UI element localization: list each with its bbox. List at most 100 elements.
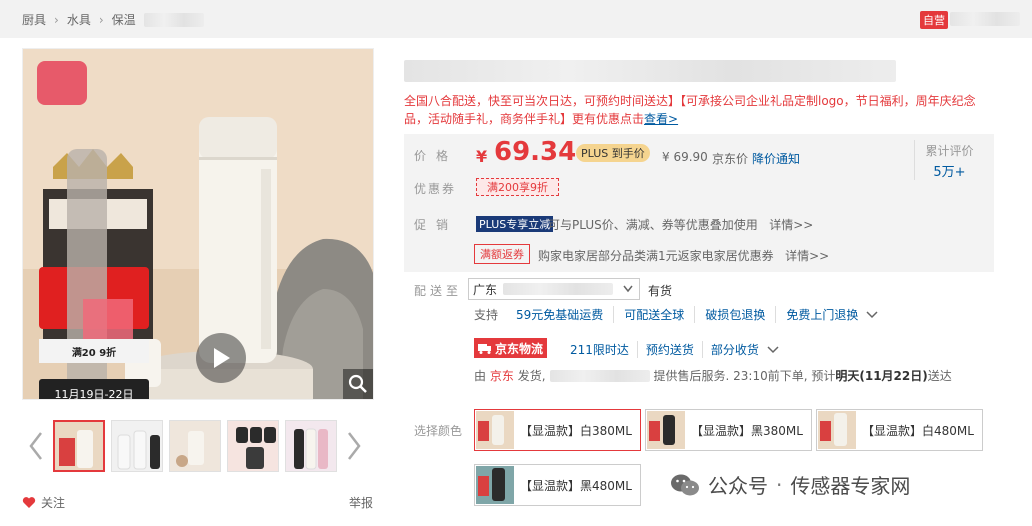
thumbnail-image <box>170 421 220 471</box>
thumbnail-next-button[interactable] <box>340 420 368 472</box>
price-value: 69.34 <box>494 137 577 167</box>
chevron-right-icon: › <box>98 12 104 27</box>
subtitle-text: 全国八合配送，快至可当次日达，可预约时间送达】【可承接公司企业礼品定制logo，… <box>404 94 976 126</box>
variant-black-480[interactable]: 【显温款】黑480ML <box>474 464 641 506</box>
thumbnail-strip <box>22 420 368 472</box>
reviews-summary[interactable]: 累计评价 5万+ <box>914 140 984 180</box>
plus-price-badge[interactable]: PLUS 到手价 <box>576 144 650 162</box>
watermark-name: 传感器专家网 <box>790 474 911 498</box>
variant-black-380[interactable]: 【显温款】黑380ML <box>645 409 812 451</box>
reviews-count[interactable]: 5万+ <box>915 161 984 180</box>
breadcrumb-item-insulated[interactable]: 保温 <box>112 11 136 28</box>
logistics-option-partial-label: 部分收货 <box>710 343 759 357</box>
jd-price-label: 京东价 <box>712 152 749 166</box>
jd-logistics-label: 京东物流 <box>495 341 544 356</box>
variant-thumbnail <box>647 411 685 449</box>
product-subtitle: 全国八合配送，快至可当次日达，可预约时间送达】【可承接公司企业礼品定制logo，… <box>404 92 994 128</box>
variant-thumbnail <box>818 411 856 449</box>
logistics-option-scheduled[interactable]: 预约送货 <box>636 341 702 358</box>
shipping-info: 由 京东 发货, 提供售后服务. 23:10前下单, 预计 明天(11月22日)… <box>474 367 952 384</box>
variant-white-380[interactable]: 【显温款】白380ML <box>474 409 641 451</box>
thumbnail-3[interactable] <box>169 420 221 472</box>
chevron-down-icon <box>623 285 633 293</box>
variant-label-text: 【显温款】白380ML <box>520 423 632 438</box>
coupon-label: 优惠券 <box>414 182 457 196</box>
rebate-promo-details-link[interactable]: 详情>> <box>785 249 829 263</box>
truck-icon <box>478 344 491 354</box>
variant-label-text: 【显温款】白480ML <box>862 423 974 438</box>
thumbnail-image <box>55 422 103 470</box>
play-icon <box>214 348 230 368</box>
service-support-label: 支持 <box>474 308 499 322</box>
logistics-option-partial[interactable]: 部分收货 <box>701 341 787 358</box>
redacted-seller <box>549 369 650 382</box>
follow-button[interactable]: 关注 <box>22 494 65 511</box>
watermark-account: 公众号 <box>708 474 768 498</box>
redacted-store-name <box>950 12 1020 26</box>
coupon-tag[interactable]: 满200享9折 <box>476 178 559 196</box>
service-home-pickup-return[interactable]: 免费上门退换 <box>775 306 888 323</box>
heart-icon <box>22 497 36 508</box>
rebate-promo-desc: 购家电家居部分品类满1元返家电家居优惠券 <box>538 249 774 263</box>
thumbnail-prev-button[interactable] <box>22 420 50 472</box>
plus-exclusive-tag: PLUS专享立减 <box>476 216 554 232</box>
redacted-product-title <box>404 60 896 82</box>
breadcrumb-item-kitchen[interactable]: 厨具 <box>22 11 46 28</box>
plus-promo-details-link[interactable]: 详情>> <box>769 218 813 232</box>
price-alert-link[interactable]: 降价通知 <box>752 150 800 167</box>
ship-mid: 发货, <box>517 369 546 383</box>
reviews-label: 累计评价 <box>925 144 974 158</box>
ship-date: 明天(11月22日) <box>835 369 928 383</box>
breadcrumb-item-drinkware[interactable]: 水具 <box>67 11 91 28</box>
chevron-right-icon: › <box>54 12 59 27</box>
report-link[interactable]: 举报 <box>349 494 373 511</box>
variant-label-text: 【显温款】黑380ML <box>691 423 803 438</box>
variant-label: 选择颜色 <box>414 424 463 438</box>
address-selector[interactable]: 广东 <box>468 278 640 300</box>
stock-status: 有货 <box>648 284 673 298</box>
ship-from-link[interactable]: 京东 <box>490 367 514 384</box>
follow-label: 关注 <box>41 496 66 510</box>
redacted-address <box>503 283 614 295</box>
service-list: 支持 59元免基础运费 可配送全球 破损包退换 免费上门退换 <box>474 306 888 323</box>
subtitle-view-link[interactable]: 查看> <box>644 112 678 126</box>
logistics-option-211[interactable]: 211限时达 <box>570 341 637 358</box>
thumbnail-image <box>112 421 162 471</box>
jd-logistics-badge: 京东物流 <box>474 338 548 358</box>
self-operated-badge: 自营 <box>920 11 948 29</box>
rebate-promo-text: 购家电家居部分品类满1元返家电家居优惠券 详情>> <box>538 247 829 264</box>
chevron-right-icon <box>348 432 361 460</box>
service-global-shipping[interactable]: 可配送全球 <box>613 306 694 323</box>
service-free-shipping[interactable]: 59元免基础运费 <box>508 306 613 323</box>
price-currency: ¥ <box>476 147 488 166</box>
thumbnail-image <box>286 421 336 471</box>
variant-thumbnail <box>476 411 514 449</box>
plus-promo-text: 可与PLUS价、满减、券等优惠叠加使用 详情>> <box>548 216 813 233</box>
logistics-options: 211限时达 预约送货 部分收货 <box>570 341 787 358</box>
thumbnail-image <box>228 421 278 471</box>
watermark-separator: · <box>776 472 783 497</box>
jd-price-value: ¥ 69.90 <box>662 150 708 164</box>
service-damage-return[interactable]: 破损包退换 <box>694 306 775 323</box>
delivery-label: 配送至 <box>414 284 463 298</box>
wechat-watermark: 公众号 · 传感器专家网 <box>670 470 910 499</box>
thumbnail-4[interactable] <box>227 420 279 472</box>
thumbnail-1[interactable] <box>53 420 105 472</box>
breadcrumb-bar: 厨具 › 水具 › 保温 自营 <box>0 0 1032 38</box>
thumbnail-2[interactable] <box>111 420 163 472</box>
thumbnail-5[interactable] <box>285 420 337 472</box>
zoom-button[interactable] <box>343 369 373 399</box>
ship-end: 送达 <box>927 369 952 383</box>
promotion-label: 促销 <box>414 218 459 232</box>
main-product-image[interactable]: 满20 9折 11月19日-22日 <box>22 48 374 400</box>
rebate-tag: 满额返券 <box>474 244 530 264</box>
promo-date-badge: 11月19日-22日 <box>39 379 149 399</box>
play-video-button[interactable] <box>196 333 246 383</box>
promo-tag: 满20 9折 <box>39 339 149 363</box>
variant-white-480[interactable]: 【显温款】白480ML <box>816 409 983 451</box>
variant-label-text: 【显温款】黑480ML <box>520 478 632 493</box>
plus-promo-desc: 可与PLUS价、满减、券等优惠叠加使用 <box>548 218 758 232</box>
redacted-text <box>143 12 204 27</box>
price-label: 价格 <box>414 149 459 163</box>
chevron-down-icon <box>767 346 779 354</box>
